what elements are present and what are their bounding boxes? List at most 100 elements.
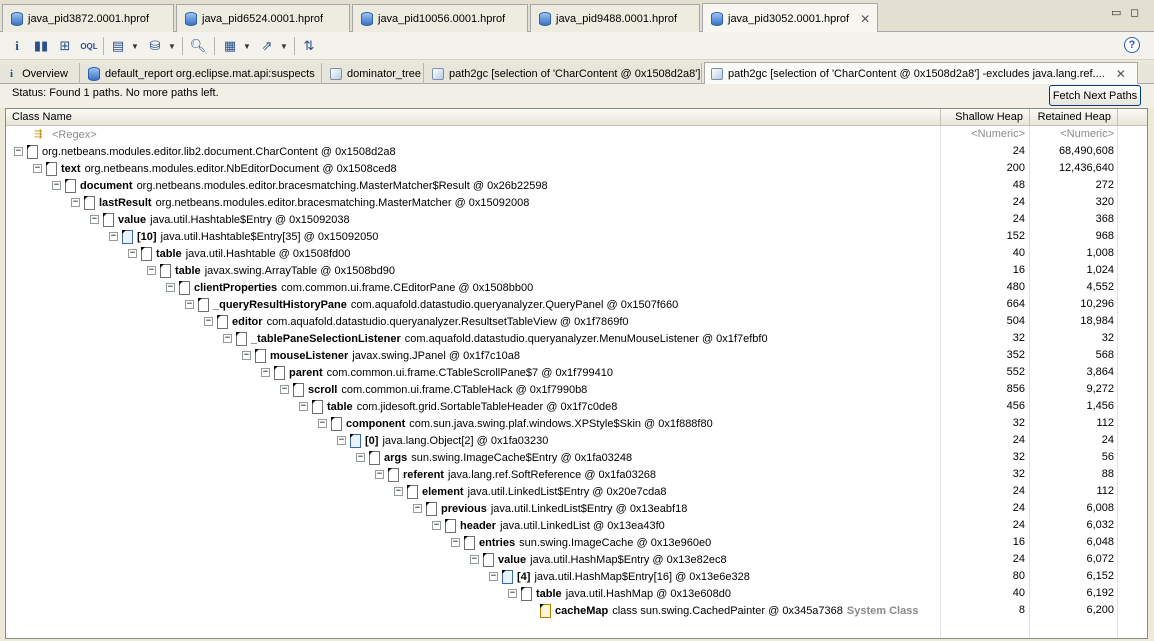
column-header-retained-heap[interactable]: Retained Heap [1030,109,1118,126]
collapse-icon[interactable]: − [337,436,346,445]
maximize-icon[interactable]: ◻ [1130,6,1139,19]
table-row[interactable]: − parent com.common.ui.frame.CTableScrollP… [6,364,1147,381]
table-row[interactable]: − table com.jidesoft.grid.SortableTableHea… [6,398,1147,415]
search-icon[interactable]: 🔍︎ [188,36,208,56]
table-row[interactable]: − [10] java.util.Hashtable$Entry[35] @ 0x1… [6,228,1147,245]
object-type: com.sun.java.swing.plaf.windows.XPStyle$… [409,417,713,430]
collapse-icon[interactable]: − [128,249,137,258]
shallow-heap-cell: 40 [1012,587,1025,599]
minimize-icon[interactable]: ▭ [1111,6,1121,19]
collapse-icon[interactable]: − [242,351,251,360]
collapse-icon[interactable]: − [451,538,460,547]
heap-dump-icon [539,11,551,26]
calculate-retained-icon[interactable]: ▦ [220,36,240,56]
collapse-icon[interactable]: − [166,283,175,292]
table-row[interactable]: − document org.netbeans.modules.editor.bra… [6,177,1147,194]
close-tab-icon[interactable]: ✕ [860,12,870,26]
collapse-icon[interactable]: − [33,164,42,173]
editor-tab-4[interactable]: java_pid3052.0001.hprof ✕ [702,3,878,33]
retained-filter-input[interactable]: <Numeric> [1030,126,1114,143]
tab-overview[interactable]: i Overview [4,63,80,84]
collapse-icon[interactable]: − [489,572,498,581]
table-row[interactable]: − mouseListener javax.swing.JPanel @ 0x1f7… [6,347,1147,364]
chevron-down-icon[interactable]: ▼ [168,36,176,56]
regex-filter-input[interactable]: <Regex> [52,129,97,141]
fetch-next-paths-button[interactable]: Fetch Next Paths [1049,85,1141,106]
table-row[interactable]: − scroll com.common.ui.frame.CTableHack @ … [6,381,1147,398]
dominator-tree-icon[interactable]: ⊞ [55,36,75,56]
export-icon[interactable]: ⇗ [257,36,277,56]
collapse-icon[interactable]: − [109,232,118,241]
close-tab-icon[interactable]: ✕ [1116,67,1126,81]
group-by-icon[interactable]: ⇅ [299,36,319,56]
table-row[interactable]: − element java.util.LinkedList$Entry @ 0x2… [6,483,1147,500]
table-row[interactable]: − _queryResultHistoryPane com.aquafold.dat… [6,296,1147,313]
field-name: text [61,162,81,175]
table-row[interactable]: − editor com.aquafold.datastudio.queryanal… [6,313,1147,330]
histogram-icon[interactable]: ▮▮ [31,36,51,56]
table-row[interactable]: − _tablePaneSelectionListener com.aquafold… [6,330,1147,347]
field-name: clientProperties [194,281,278,294]
editor-tab-0[interactable]: java_pid3872.0001.hprof [2,4,174,32]
table-row[interactable]: − lastResult org.netbeans.modules.editor.b… [6,194,1147,211]
table-row[interactable]: − table javax.swing.ArrayTable @ 0x1508bd9… [6,262,1147,279]
shallow-heap-cell: 32 [1012,468,1025,480]
shallow-filter-input[interactable]: <Numeric> [941,126,1025,143]
table-row[interactable]: − table java.util.Hashtable @ 0x1508fd00 40… [6,245,1147,262]
info-icon[interactable]: i [7,36,27,56]
collapse-icon[interactable]: − [432,521,441,530]
collapse-icon[interactable]: − [299,402,308,411]
query-browser-icon[interactable]: ⛁ [145,36,165,56]
collapse-icon[interactable]: − [280,385,289,394]
help-icon[interactable]: ? [1124,37,1140,53]
collapse-icon[interactable]: − [261,368,270,377]
collapse-icon[interactable]: − [223,334,232,343]
run-report-icon[interactable]: ▤ [108,36,128,56]
collapse-icon[interactable]: − [413,504,422,513]
collapse-icon[interactable]: − [375,470,384,479]
table-row[interactable]: − org.netbeans.modules.editor.lib2.docume… [6,143,1147,160]
collapse-icon[interactable]: − [71,198,80,207]
table-row[interactable]: − args sun.swing.ImageCache$Entry @ 0x1fa0… [6,449,1147,466]
editor-tab-1[interactable]: java_pid6524.0001.hprof [176,4,350,32]
editor-tab-2[interactable]: java_pid10056.0001.hprof [352,4,528,32]
table-row[interactable]: cacheMap class sun.swing.CachedPainter @ … [6,602,1147,619]
table-row[interactable]: − value java.util.HashMap$Entry @ 0x13e82e… [6,551,1147,568]
collapse-icon[interactable]: − [508,589,517,598]
table-row[interactable]: − header java.util.LinkedList @ 0x13ea43f0… [6,517,1147,534]
object-type: org.netbeans.modules.editor.NbEditorDocu… [84,162,397,175]
collapse-icon[interactable]: − [90,215,99,224]
object-type: java.util.Hashtable @ 0x1508fd00 [185,247,351,260]
collapse-icon[interactable]: − [356,453,365,462]
collapse-icon[interactable]: − [52,181,61,190]
chevron-down-icon[interactable]: ▼ [131,36,139,56]
table-row[interactable]: − table java.util.HashMap @ 0x13e608d0 40 6,… [6,585,1147,602]
table-row[interactable]: − text org.netbeans.modules.editor.NbEdito… [6,160,1147,177]
editor-tab-3[interactable]: java_pid9488.0001.hprof [530,4,700,32]
table-row[interactable]: − component com.sun.java.swing.plaf.window… [6,415,1147,432]
collapse-icon[interactable]: − [318,419,327,428]
tab-default-report[interactable]: default_report org.eclipse.mat.api:suspe… [82,63,322,84]
column-header-class-name[interactable]: Class Name [6,109,941,126]
tab-dominator-tree[interactable]: dominator_tree [324,63,424,84]
collapse-icon[interactable]: − [147,266,156,275]
table-row[interactable]: − entries sun.swing.ImageCache @ 0x13e960e… [6,534,1147,551]
collapse-icon[interactable]: − [394,487,403,496]
oql-icon[interactable]: OQL [79,36,99,56]
table-row[interactable]: − [0] java.lang.Object[2] @ 0x1fa03230 24 24 [6,432,1147,449]
table-row[interactable]: − [4] java.util.HashMap$Entry[16] @ 0x13e6… [6,568,1147,585]
tab-path2gc-1[interactable]: path2gc [selection of 'CharContent @ 0x1… [426,63,702,84]
table-row[interactable]: − clientProperties com.common.ui.frame.CEd… [6,279,1147,296]
table-row[interactable]: − value java.util.Hashtable$Entry @ 0x1509… [6,211,1147,228]
tab-path2gc-2[interactable]: path2gc [selection of 'CharContent @ 0x1… [704,62,1138,85]
collapse-icon[interactable]: − [14,147,23,156]
collapse-icon[interactable]: − [185,300,194,309]
column-header-shallow-heap[interactable]: Shallow Heap [941,109,1030,126]
class-name-cell: − [0] java.lang.Object[2] @ 0x1fa03230 [337,432,548,449]
collapse-icon[interactable]: − [204,317,213,326]
table-row[interactable]: − previous java.util.LinkedList$Entry @ 0x… [6,500,1147,517]
table-row[interactable]: − referent java.lang.ref.SoftReference @ 0… [6,466,1147,483]
chevron-down-icon[interactable]: ▼ [280,36,288,56]
chevron-down-icon[interactable]: ▼ [243,36,251,56]
collapse-icon[interactable]: − [470,555,479,564]
